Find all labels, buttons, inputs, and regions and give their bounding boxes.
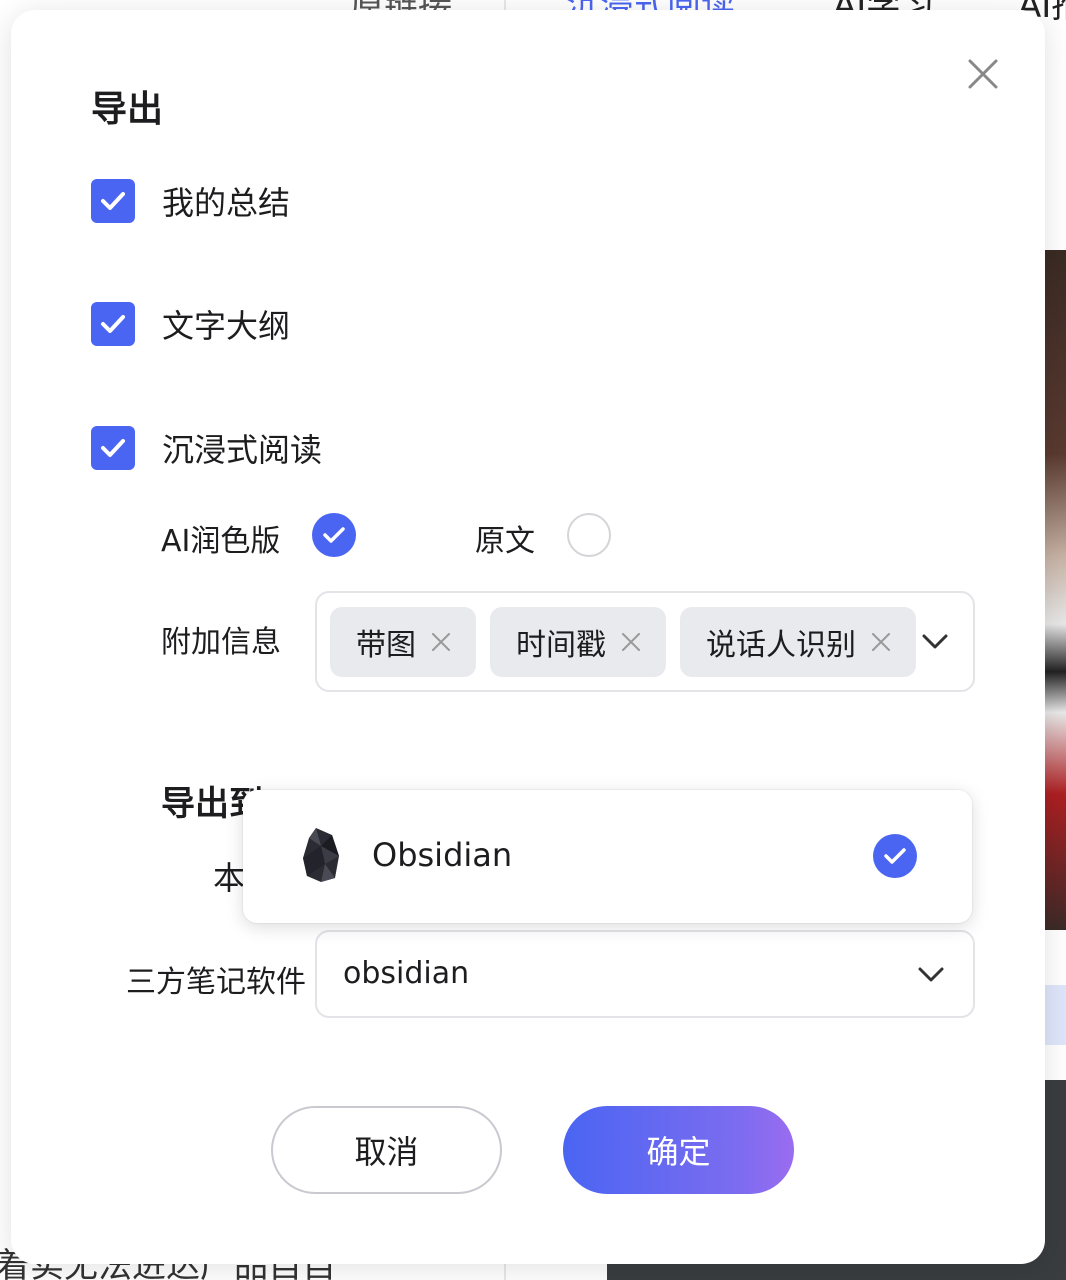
tag-remove-icon[interactable] bbox=[620, 631, 642, 653]
outline-checkbox[interactable] bbox=[91, 302, 135, 346]
checkbox-row-immersive[interactable]: 沉浸式阅读 bbox=[91, 425, 322, 471]
summary-checkbox[interactable] bbox=[91, 179, 135, 223]
bg-video-thumbnail bbox=[1045, 250, 1066, 930]
tag-with-images: 带图 bbox=[330, 606, 476, 677]
immersive-label: 沉浸式阅读 bbox=[162, 431, 323, 469]
obsidian-option-label[interactable]: Obsidian bbox=[372, 836, 512, 874]
check-icon bbox=[101, 439, 125, 457]
tag-remove-icon[interactable] bbox=[870, 631, 892, 653]
tag-label: 时间戳 bbox=[516, 627, 606, 663]
extra-info-multiselect[interactable]: 带图 时间戳 说话人识别 bbox=[315, 591, 975, 692]
confirm-button[interactable]: 确定 bbox=[563, 1106, 794, 1194]
obsidian-logo-icon bbox=[303, 828, 339, 882]
check-icon bbox=[323, 527, 345, 543]
obsidian-selected-indicator[interactable] bbox=[873, 834, 917, 878]
dialog-title: 导出 bbox=[91, 89, 164, 130]
chevron-down-icon[interactable] bbox=[921, 633, 949, 651]
tag-label: 说话人识别 bbox=[706, 627, 856, 663]
immersive-checkbox[interactable] bbox=[91, 426, 135, 470]
checkbox-row-outline[interactable]: 文字大纲 bbox=[91, 301, 290, 347]
local-label-partial: 本 bbox=[213, 859, 246, 897]
third-party-notes-select[interactable]: obsidian bbox=[315, 930, 975, 1018]
check-icon bbox=[101, 315, 125, 333]
summary-label: 我的总结 bbox=[162, 184, 291, 222]
check-icon bbox=[101, 192, 125, 210]
export-dialog: 导出 我的总结 文字大纲 沉浸式阅读 AI润色版 原文 附加信息 带图 时间戳 … bbox=[11, 10, 1045, 1264]
tag-speaker-recognition: 说话人识别 bbox=[680, 606, 916, 677]
chevron-down-icon[interactable] bbox=[917, 966, 945, 984]
check-icon bbox=[884, 848, 906, 864]
bg-timestamp-chip bbox=[1045, 985, 1066, 1045]
select-value: obsidian bbox=[343, 956, 470, 991]
original-text-label: 原文 bbox=[475, 524, 535, 559]
tag-label: 带图 bbox=[356, 627, 416, 663]
outline-label: 文字大纲 bbox=[162, 307, 291, 345]
third-party-notes-label: 三方笔记软件 bbox=[126, 965, 306, 1000]
close-button[interactable] bbox=[961, 52, 1005, 96]
notes-app-dropdown: Obsidian bbox=[243, 790, 972, 923]
extra-info-label: 附加信息 bbox=[161, 625, 281, 660]
original-text-radio[interactable] bbox=[567, 513, 611, 557]
checkbox-row-summary[interactable]: 我的总结 bbox=[91, 178, 290, 224]
tag-timestamp: 时间戳 bbox=[490, 606, 666, 677]
ai-polished-label: AI润色版 bbox=[161, 524, 281, 559]
ai-polished-radio[interactable] bbox=[312, 513, 356, 557]
close-icon bbox=[968, 59, 998, 89]
tag-remove-icon[interactable] bbox=[430, 631, 452, 653]
cancel-button[interactable]: 取消 bbox=[271, 1106, 502, 1194]
